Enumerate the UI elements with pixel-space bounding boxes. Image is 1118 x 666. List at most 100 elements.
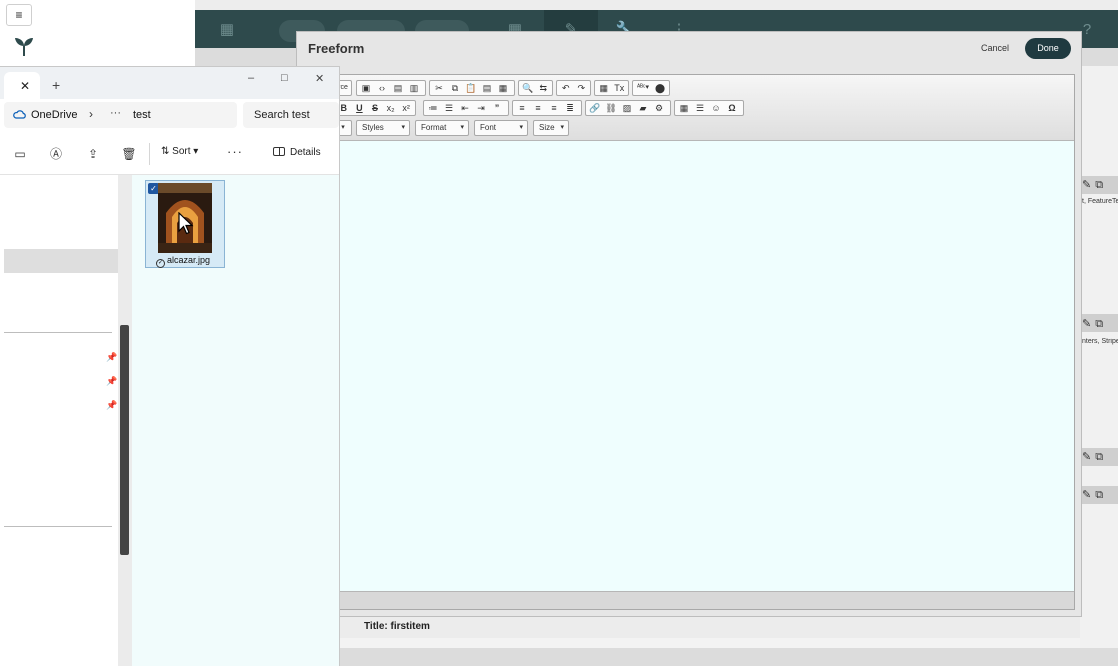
plant-logo-icon (15, 38, 33, 56)
row-action-icons[interactable]: ✎⧉ (1082, 450, 1116, 464)
find-icon[interactable]: 🔍 (520, 81, 536, 95)
special-char-button[interactable]: Ω (724, 101, 740, 115)
subscript-button[interactable]: x₂ (383, 101, 399, 115)
breadcrumb-overflow[interactable]: ··· (110, 107, 121, 119)
align-right-icon[interactable]: ≡ (546, 101, 562, 115)
hamburger-menu-button[interactable]: ≡ (6, 4, 32, 26)
done-button[interactable]: Done (1025, 38, 1071, 59)
cancel-button[interactable]: Cancel (981, 43, 1009, 53)
breadcrumb-onedrive[interactable]: OneDrive (31, 109, 77, 121)
blockquote-button[interactable]: ” (489, 101, 505, 115)
explorer-tab[interactable]: ✕ (4, 72, 40, 99)
more-options-button[interactable]: ··· (227, 144, 243, 159)
maximize-icon[interactable]: □ (281, 72, 288, 84)
format-dropdown[interactable]: Format ▾ (415, 120, 469, 136)
save-icon[interactable]: ▣ (358, 81, 374, 95)
close-icon[interactable]: ✕ (315, 72, 324, 85)
styles-dropdown[interactable]: Styles ▾ (356, 120, 410, 136)
spellcheck-icon[interactable]: ᴬᴮᶜ▾ (634, 81, 652, 95)
pin-icon[interactable]: 📌 (106, 376, 117, 387)
sort-icon: ⇅ (161, 146, 173, 157)
rename-icon[interactable]: Ⓐ (48, 146, 64, 162)
nav-divider (4, 332, 112, 333)
align-left-icon[interactable]: ≡ (514, 101, 530, 115)
item-title-row[interactable]: Title: firstitem (340, 616, 1080, 638)
details-button[interactable]: Details (273, 147, 321, 158)
copy-icon[interactable]: ⧉ (447, 81, 463, 95)
chevron-right-icon: › (89, 107, 93, 121)
row-action-icons[interactable]: ✎⧉ (1082, 178, 1116, 192)
rich-text-editor: rce ▣ ‹› ▤ ▥ ✂ ⧉ 📋 ▤ ▦ 🔍 ⇆ ↶ ↷ ▦ Tx ᴬᴮᶜ▾… (334, 74, 1075, 610)
address-bar: OneDrive › ··· test Search test (0, 99, 339, 133)
align-justify-icon[interactable]: ≣ (562, 101, 578, 115)
nav-scrollbar-thumb[interactable] (120, 325, 129, 555)
paste-icon[interactable]: 📋 (463, 81, 479, 95)
indent-icon[interactable]: ⇥ (473, 101, 489, 115)
editor-status-bar (338, 591, 1074, 609)
history-group: ↶ ↷ (556, 80, 591, 96)
grid-icon[interactable]: ▦ (217, 20, 237, 40)
row-description: nters, Stripe (1082, 338, 1118, 345)
horizontal-line-icon[interactable]: ☰ (692, 101, 708, 115)
superscript-button[interactable]: x² (398, 101, 414, 115)
search-input[interactable]: Search test (243, 102, 339, 128)
mouse-cursor-icon (178, 212, 194, 235)
redo-icon[interactable]: ↷ (574, 81, 590, 95)
file-explorer-window: ✕ + – □ ✕ OneDrive › ··· test Search tes… (0, 66, 340, 666)
pin-icon[interactable]: 📌 (106, 400, 117, 411)
document-tools-group: ▣ ‹› ▤ ▥ (356, 80, 426, 96)
paste-text-icon[interactable]: ▤ (479, 81, 495, 95)
settings-icon[interactable]: ⚙ (651, 101, 667, 115)
smiley-icon[interactable]: ☺ (708, 101, 724, 115)
remove-format-icon[interactable]: Tx (612, 81, 628, 95)
table-icon[interactable]: ▦ (676, 101, 692, 115)
share-icon[interactable]: ⇪ (85, 146, 101, 162)
outdent-icon[interactable]: ⇤ (457, 101, 473, 115)
editor-content-area[interactable] (338, 141, 1074, 591)
unlink-icon[interactable]: ⛓ (603, 101, 619, 115)
accessibility-icon[interactable]: ⬤ (652, 81, 668, 95)
paste-word-icon[interactable]: ▦ (495, 81, 511, 95)
size-dropdown[interactable]: Size ▾ (533, 120, 569, 136)
image-icon[interactable]: ▨ (619, 101, 635, 115)
bulleted-list-icon[interactable]: ☰ (441, 101, 457, 115)
strikethrough-button[interactable]: S (367, 101, 383, 115)
row-action-icons[interactable]: ✎⧉ (1082, 488, 1116, 502)
cut-icon[interactable]: ✂ (431, 81, 447, 95)
browser-address-strip (195, 0, 1118, 10)
link-icon[interactable]: 🔗 (587, 101, 603, 115)
media-icon[interactable]: ▰ (635, 101, 651, 115)
dialog-title: Freeform (308, 41, 365, 56)
close-tab-icon[interactable]: ✕ (20, 79, 30, 93)
undo-icon[interactable]: ↶ (558, 81, 574, 95)
code-icon[interactable]: ‹› (374, 81, 390, 95)
background-bottom-row (340, 648, 1118, 666)
row-action-icons[interactable]: ✎⧉ (1082, 317, 1116, 331)
nav-item-selected[interactable] (4, 249, 118, 273)
paste-icon[interactable]: ▭ (12, 146, 28, 162)
insert-special-group: ▦ ☰ ☺ Ω (674, 100, 744, 116)
font-dropdown[interactable]: Font ▾ (474, 120, 528, 136)
breadcrumb[interactable]: OneDrive › ··· test (4, 102, 237, 128)
command-bar: ▭ Ⓐ ⇪ 🗑 ⇅ Sort ▾ ··· Details (0, 133, 339, 175)
breadcrumb-test[interactable]: test (133, 109, 151, 121)
clipboard-group: ✂ ⧉ 📋 ▤ ▦ (429, 80, 515, 96)
navigation-pane: 📌 📌 📌 (0, 175, 118, 666)
minimize-icon[interactable]: – (248, 72, 254, 84)
preview-icon[interactable]: ▥ (406, 81, 422, 95)
select-all-icon[interactable]: ▦ (596, 81, 612, 95)
item-title: Title: firstitem (364, 621, 430, 632)
numbered-list-icon[interactable]: ≔ (425, 101, 441, 115)
align-center-icon[interactable]: ≡ (530, 101, 546, 115)
underline-button[interactable]: U (352, 101, 368, 115)
paragraph-group: ≔ ☰ ⇤ ⇥ ” (423, 100, 509, 116)
replace-icon[interactable]: ⇆ (536, 81, 552, 95)
row-description: t, FeatureTe (1082, 198, 1118, 205)
freeform-dialog: Freeform Cancel Done rce ▣ ‹› ▤ ▥ ✂ ⧉ 📋 … (296, 31, 1082, 617)
pin-icon[interactable]: 📌 (106, 352, 117, 363)
delete-icon[interactable]: 🗑 (121, 146, 137, 162)
new-tab-button[interactable]: + (52, 77, 60, 93)
sort-button[interactable]: ⇅ Sort ▾ (161, 146, 198, 157)
template-icon[interactable]: ▤ (390, 81, 406, 95)
onedrive-cloud-icon (13, 110, 26, 119)
